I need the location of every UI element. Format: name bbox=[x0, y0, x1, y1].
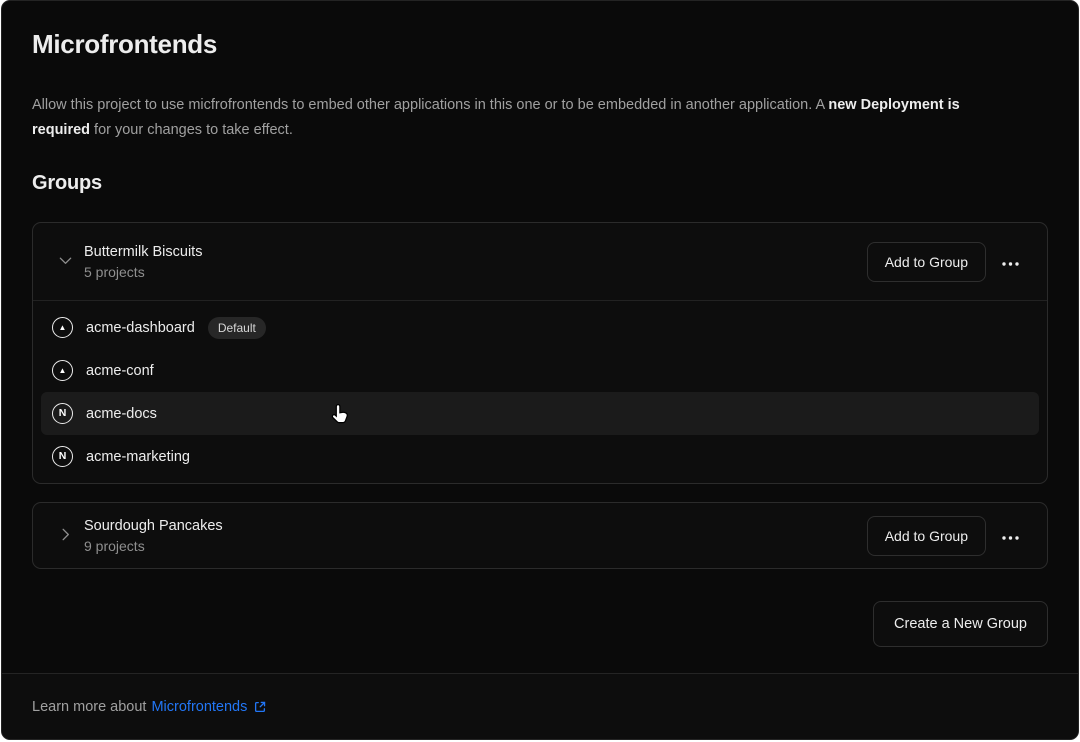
description-text-end: for your changes to take effect. bbox=[90, 122, 293, 138]
page-footer: Learn more about Microfrontends bbox=[2, 673, 1078, 739]
footer-link-label: Microfrontends bbox=[151, 699, 247, 715]
ellipsis-icon bbox=[1002, 528, 1019, 543]
external-link-icon bbox=[253, 700, 267, 714]
group-name: Buttermilk Biscuits bbox=[84, 243, 202, 261]
page-content: Microfrontends Allow this project to use… bbox=[2, 1, 1078, 647]
groups-heading: Groups bbox=[32, 172, 1048, 195]
nextjs-logo-icon: N bbox=[52, 446, 73, 467]
group-project-count: 9 projects bbox=[84, 538, 223, 555]
vercel-logo-icon: ▲ bbox=[52, 360, 73, 381]
collapse-group-button[interactable] bbox=[53, 250, 77, 274]
create-new-group-button[interactable]: Create a New Group bbox=[873, 601, 1048, 647]
actions-row: Create a New Group bbox=[32, 601, 1048, 647]
group-card-sourdough-pancakes: Sourdough Pancakes 9 projects Add to Gro… bbox=[32, 502, 1048, 569]
chevron-down-icon bbox=[58, 253, 73, 271]
page-title: Microfrontends bbox=[32, 29, 1048, 60]
description-text: Allow this project to use micfrofrontend… bbox=[32, 97, 828, 113]
add-to-group-button[interactable]: Add to Group bbox=[867, 516, 986, 556]
default-badge: Default bbox=[208, 317, 266, 339]
expand-group-button[interactable] bbox=[53, 524, 77, 548]
chevron-right-icon bbox=[58, 527, 73, 545]
project-name: acme-marketing bbox=[86, 449, 190, 465]
nextjs-logo-icon: N bbox=[52, 403, 73, 424]
group-project-count: 5 projects bbox=[84, 264, 202, 281]
footer-text: Learn more about bbox=[32, 699, 146, 715]
project-row-acme-dashboard[interactable]: ▲ acme-dashboard Default bbox=[41, 306, 1039, 349]
group-titles: Buttermilk Biscuits 5 projects bbox=[84, 243, 202, 281]
add-to-group-button[interactable]: Add to Group bbox=[867, 242, 986, 282]
project-row-acme-docs[interactable]: N acme-docs bbox=[41, 392, 1039, 435]
ellipsis-icon bbox=[1002, 254, 1019, 269]
microfrontends-docs-link[interactable]: Microfrontends bbox=[151, 699, 267, 715]
group-options-menu-button[interactable] bbox=[993, 242, 1027, 282]
group-header: Sourdough Pancakes 9 projects Add to Gro… bbox=[33, 503, 1047, 568]
group-card-buttermilk-biscuits: Buttermilk Biscuits 5 projects Add to Gr… bbox=[32, 222, 1048, 484]
project-row-acme-conf[interactable]: ▲ acme-conf bbox=[41, 349, 1039, 392]
group-options-menu-button[interactable] bbox=[993, 516, 1027, 556]
project-name: acme-docs bbox=[86, 406, 157, 422]
page-description: Allow this project to use micfrofrontend… bbox=[32, 93, 1000, 143]
group-name: Sourdough Pancakes bbox=[84, 517, 223, 535]
project-list: ▲ acme-dashboard Default ▲ acme-conf N a… bbox=[33, 301, 1047, 483]
project-row-acme-marketing[interactable]: N acme-marketing bbox=[41, 435, 1039, 478]
group-titles: Sourdough Pancakes 9 projects bbox=[84, 517, 223, 555]
project-name: acme-conf bbox=[86, 363, 154, 379]
group-header: Buttermilk Biscuits 5 projects Add to Gr… bbox=[33, 223, 1047, 300]
vercel-logo-icon: ▲ bbox=[52, 317, 73, 338]
project-name: acme-dashboard bbox=[86, 320, 195, 336]
microfrontends-settings-page: Microfrontends Allow this project to use… bbox=[1, 0, 1079, 740]
